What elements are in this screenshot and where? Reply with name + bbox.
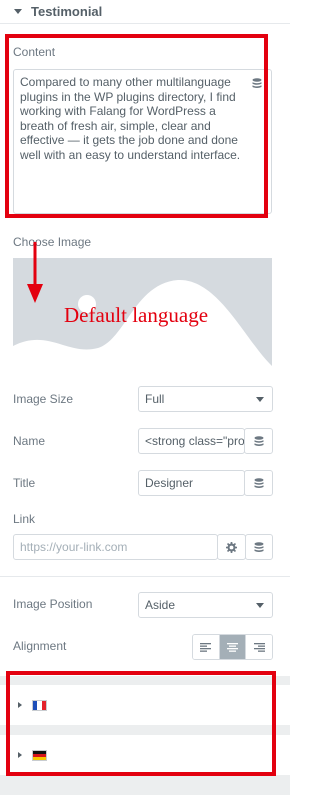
choose-image-label: Choose Image [13,235,92,249]
align-left-icon [200,642,212,652]
content-text: Compared to many other multilanguage plu… [20,75,241,162]
content-textarea[interactable]: Compared to many other multilanguage plu… [13,69,272,214]
image-size-value: Full [145,392,165,406]
align-left-button[interactable] [193,635,220,659]
annotation-label: Default language [64,303,209,327]
alignment-choices [192,634,273,660]
title-dynamic-tags-button[interactable] [244,470,273,496]
section-header-testimonial[interactable]: Testimonial [0,0,290,24]
link-options-button[interactable] [217,534,246,560]
language-row-fr[interactable] [0,685,290,725]
image-position-value: Aside [145,598,176,612]
caret-right-icon [18,702,22,708]
title-input[interactable]: Designer [138,470,245,496]
caret-down-icon [14,9,22,14]
alignment-label: Alignment [13,639,67,653]
name-input[interactable]: <strong class="pro [138,428,245,454]
link-dynamic-tags-button[interactable] [245,534,273,560]
panel-gap [0,725,290,735]
arrow-down-icon [27,242,43,303]
name-label: Name [13,434,46,448]
image-size-select[interactable]: Full [138,386,273,412]
chevron-down-icon [256,396,264,402]
title-label: Title [13,476,36,490]
name-dynamic-tags-button[interactable] [244,428,273,454]
database-icon [254,541,264,552]
content-label: Content [13,45,56,59]
align-center-icon [227,642,238,652]
align-right-icon [253,642,265,652]
link-label: Link [13,512,36,526]
image-position-label: Image Position [13,597,93,611]
section-divider [0,576,290,577]
database-icon [254,435,263,446]
section-title: Testimonial [31,4,103,19]
panel-gap [0,775,290,795]
image-position-select[interactable]: Aside [138,592,273,618]
link-input[interactable]: https://your-link.com [13,534,218,560]
image-size-label: Image Size [13,392,74,406]
caret-right-icon [18,752,22,758]
title-value: Designer [145,476,194,490]
align-right-button[interactable] [246,635,272,659]
gear-icon [226,541,237,553]
chevron-down-icon [256,602,264,608]
germany-flag-icon [32,749,47,761]
language-row-de[interactable] [0,735,290,775]
database-icon [252,77,262,88]
name-value: <strong class="pro [145,434,244,448]
content-dynamic-tags-button[interactable] [243,70,271,96]
link-placeholder: https://your-link.com [20,540,128,554]
align-center-button[interactable] [219,635,247,659]
database-icon [254,477,263,488]
panel-gap [0,676,290,685]
france-flag-icon [32,699,47,711]
